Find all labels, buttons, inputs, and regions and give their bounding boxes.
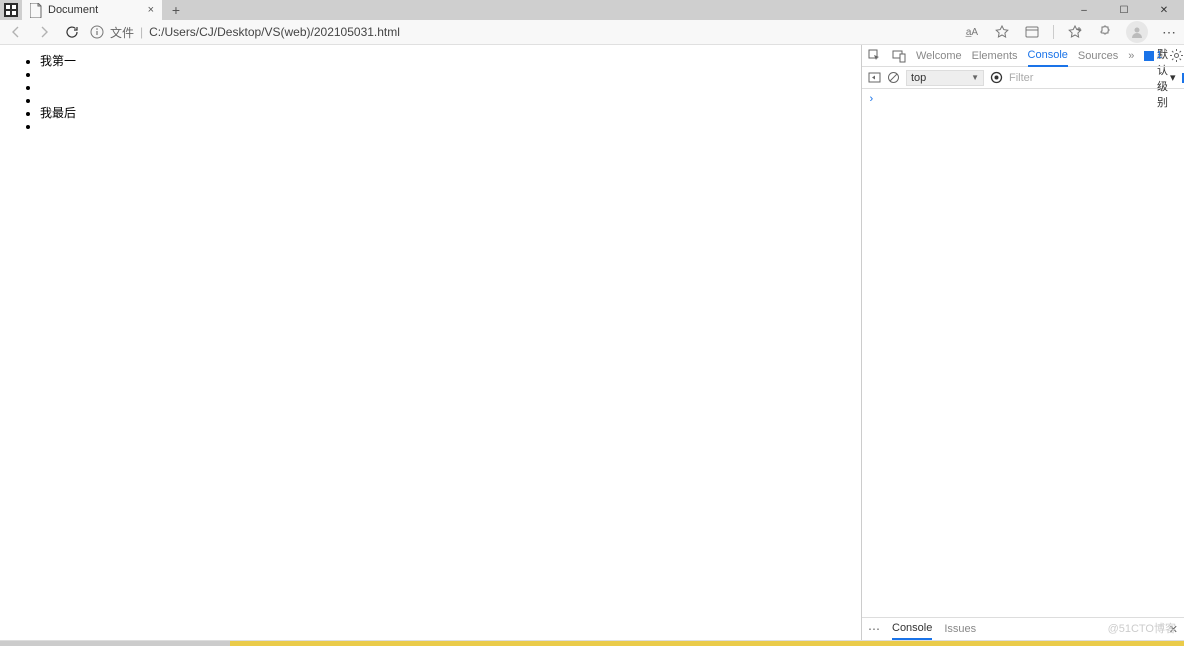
file-icon xyxy=(30,3,42,18)
url-area[interactable]: 文件 | C:/Users/CJ/Desktop/VS(web)/2021050… xyxy=(90,24,400,41)
inspect-icon[interactable] xyxy=(868,49,882,63)
favorite-icon[interactable] xyxy=(993,23,1011,41)
list-item xyxy=(40,81,861,94)
favorites-bar-icon[interactable] xyxy=(1066,23,1084,41)
window-maximize-button[interactable]: ☐ xyxy=(1104,0,1144,20)
new-tab-button[interactable]: + xyxy=(162,0,190,20)
gear-icon[interactable] xyxy=(1170,49,1184,63)
drawer-tab-issues[interactable]: Issues xyxy=(944,619,976,639)
console-prompt: › xyxy=(868,94,875,106)
sidebar-toggle-icon[interactable] xyxy=(868,71,881,85)
window-close-button[interactable]: ✕ xyxy=(1144,0,1184,20)
reload-button[interactable] xyxy=(62,22,82,42)
list-item: 我第一 xyxy=(40,55,861,68)
drawer-tab-console[interactable]: Console xyxy=(892,618,932,640)
browser-tab[interactable]: Document × xyxy=(22,0,162,20)
list-item xyxy=(40,94,861,107)
tab-sources[interactable]: Sources xyxy=(1078,46,1118,66)
url-separator: | xyxy=(140,25,143,39)
devtools-tabbar: Welcome Elements Console Sources » 1 ⋯ ✕ xyxy=(862,45,1184,67)
tab-welcome[interactable]: Welcome xyxy=(916,46,962,66)
list-item xyxy=(40,68,861,81)
info-icon xyxy=(90,25,104,39)
taskbar-strip xyxy=(0,640,1184,646)
collections-icon[interactable] xyxy=(1023,23,1041,41)
drawer-menu-icon[interactable]: ⋯ xyxy=(868,622,880,636)
tab-more[interactable]: » xyxy=(1128,46,1134,66)
file-label: 文件 xyxy=(110,24,134,41)
devtools-panel: Welcome Elements Console Sources » 1 ⋯ ✕ xyxy=(861,45,1184,640)
clear-console-icon[interactable] xyxy=(887,71,900,85)
browser-menu-icon[interactable]: ⋯ xyxy=(1160,23,1178,41)
profile-avatar[interactable] xyxy=(1126,21,1148,43)
console-body[interactable]: › xyxy=(862,89,1184,617)
tab-elements[interactable]: Elements xyxy=(972,46,1018,66)
address-bar: 文件 | C:/Users/CJ/Desktop/VS(web)/2021050… xyxy=(0,20,1184,45)
close-tab-icon[interactable]: × xyxy=(148,4,154,16)
tab-strip: Document × + – ☐ ✕ xyxy=(0,0,1184,20)
list-item: 我最后 xyxy=(40,107,861,120)
filter-input[interactable] xyxy=(1009,72,1151,84)
forward-button[interactable] xyxy=(34,22,54,42)
back-button[interactable] xyxy=(6,22,26,42)
tab-title: Document xyxy=(48,4,98,16)
page-content: 我第一 我最后 xyxy=(0,45,861,640)
context-selector[interactable]: top▼ xyxy=(906,70,984,86)
live-expression-icon[interactable] xyxy=(990,71,1003,85)
toolbar-divider xyxy=(1053,25,1054,39)
tab-console[interactable]: Console xyxy=(1028,45,1068,67)
window-minimize-button[interactable]: – xyxy=(1064,0,1104,20)
console-toolbar: top▼ 默认级别▾ 1 个问 xyxy=(862,67,1184,89)
watermark: @51CTO博客 xyxy=(1108,620,1176,636)
list-item xyxy=(40,120,861,133)
url-text: C:/Users/CJ/Desktop/VS(web)/202105031.ht… xyxy=(149,25,400,39)
list: 我第一 我最后 xyxy=(10,55,861,133)
app-icon xyxy=(4,3,18,17)
device-toggle-icon[interactable] xyxy=(892,49,906,63)
reading-mode-icon[interactable]: a̲A xyxy=(963,23,981,41)
issues-badge[interactable]: 1 xyxy=(1144,50,1162,61)
extensions-icon[interactable] xyxy=(1096,23,1114,41)
